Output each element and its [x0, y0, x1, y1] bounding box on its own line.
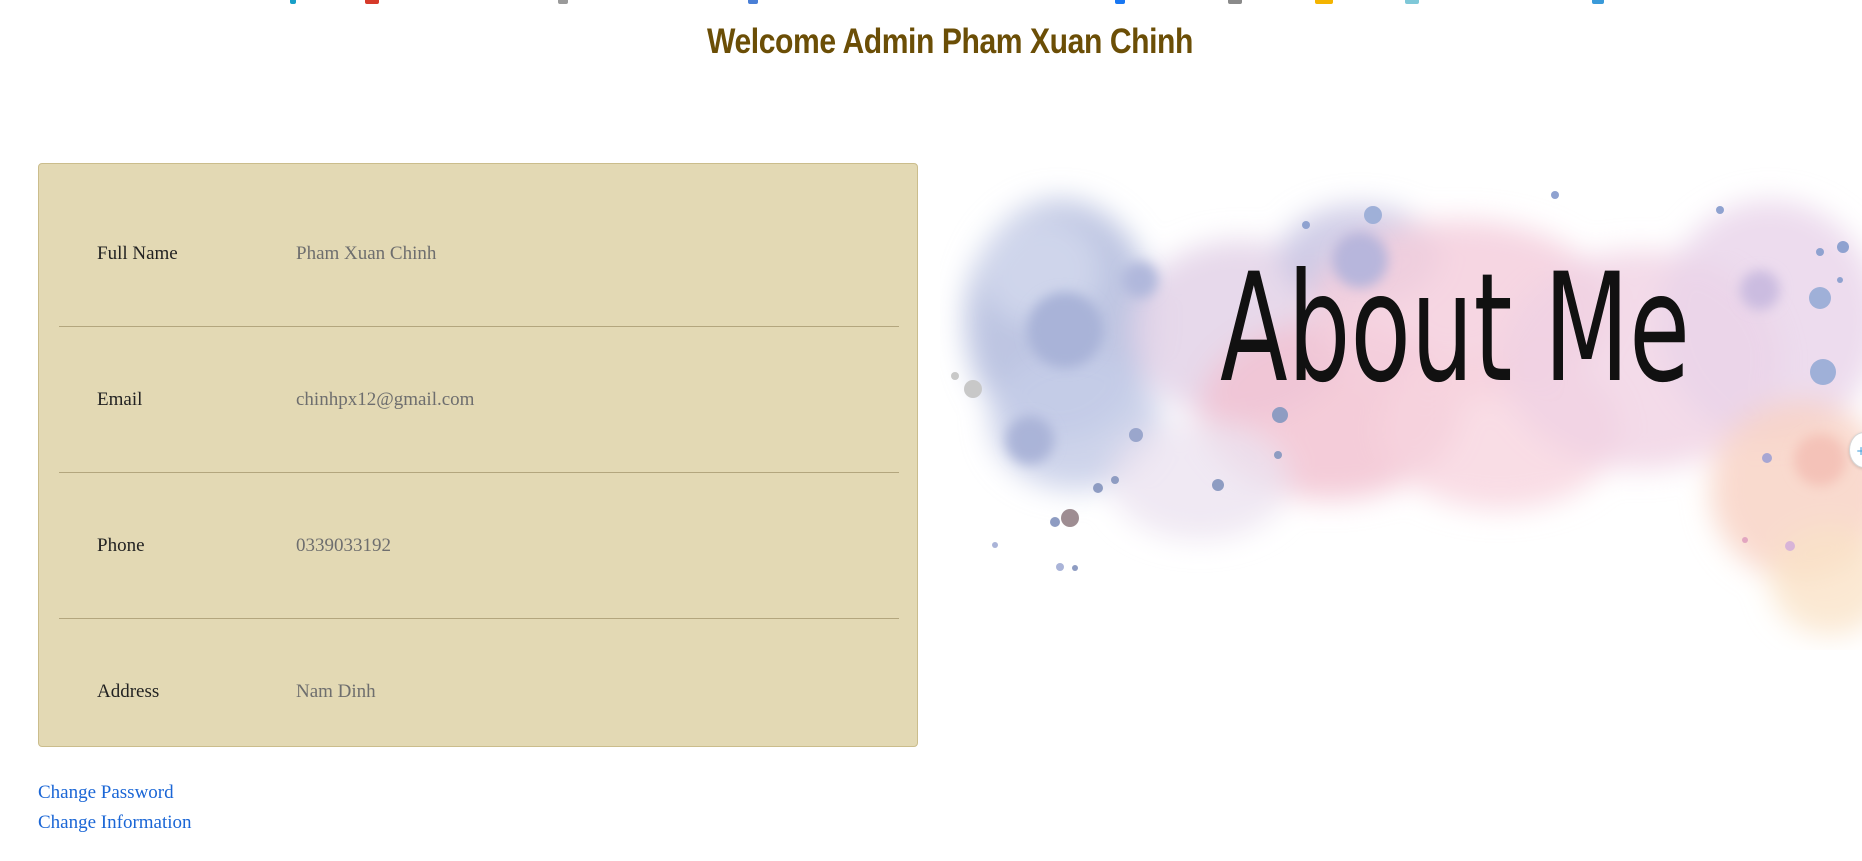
cropped-icon	[290, 0, 296, 4]
profile-row-phone: Phone 0339033192	[59, 473, 899, 619]
change-information-link[interactable]: Change Information	[38, 808, 192, 838]
field-label: Address	[97, 681, 160, 702]
about-me-banner: About Me	[951, 191, 1862, 635]
profile-row-address: Address Nam Dinh	[59, 619, 899, 765]
cropped-icon	[1228, 0, 1242, 4]
field-value: 0339033192	[296, 535, 391, 556]
profile-card: Full Name Pham Xuan Chinh Email chinhpx1…	[38, 163, 918, 747]
profile-row-email: Email chinhpx12@gmail.com	[59, 327, 899, 473]
field-value: Nam Dinh	[296, 681, 376, 702]
field-value: Pham Xuan Chinh	[296, 243, 437, 264]
change-password-link[interactable]: Change Password	[38, 778, 192, 808]
cropped-icon	[1592, 0, 1604, 4]
cropped-icon	[365, 0, 379, 4]
field-value: chinhpx12@gmail.com	[296, 389, 475, 410]
page-title: Welcome Admin Pham Xuan Chinh	[707, 22, 1193, 61]
cropped-icon	[1115, 0, 1125, 4]
field-label: Phone	[97, 535, 145, 556]
cropped-icon	[558, 0, 568, 4]
field-label: Email	[97, 389, 143, 410]
account-links: Change Password Change Information	[38, 778, 192, 838]
profile-row-full-name: Full Name Pham Xuan Chinh	[59, 181, 899, 327]
cropped-icon	[1315, 0, 1333, 4]
about-me-heading: About Me	[1220, 242, 1690, 416]
cropped-icon	[748, 0, 758, 4]
cropped-icon	[1405, 0, 1419, 4]
cropped-toolbar-strip	[0, 0, 1862, 4]
field-label: Full Name	[97, 243, 178, 264]
